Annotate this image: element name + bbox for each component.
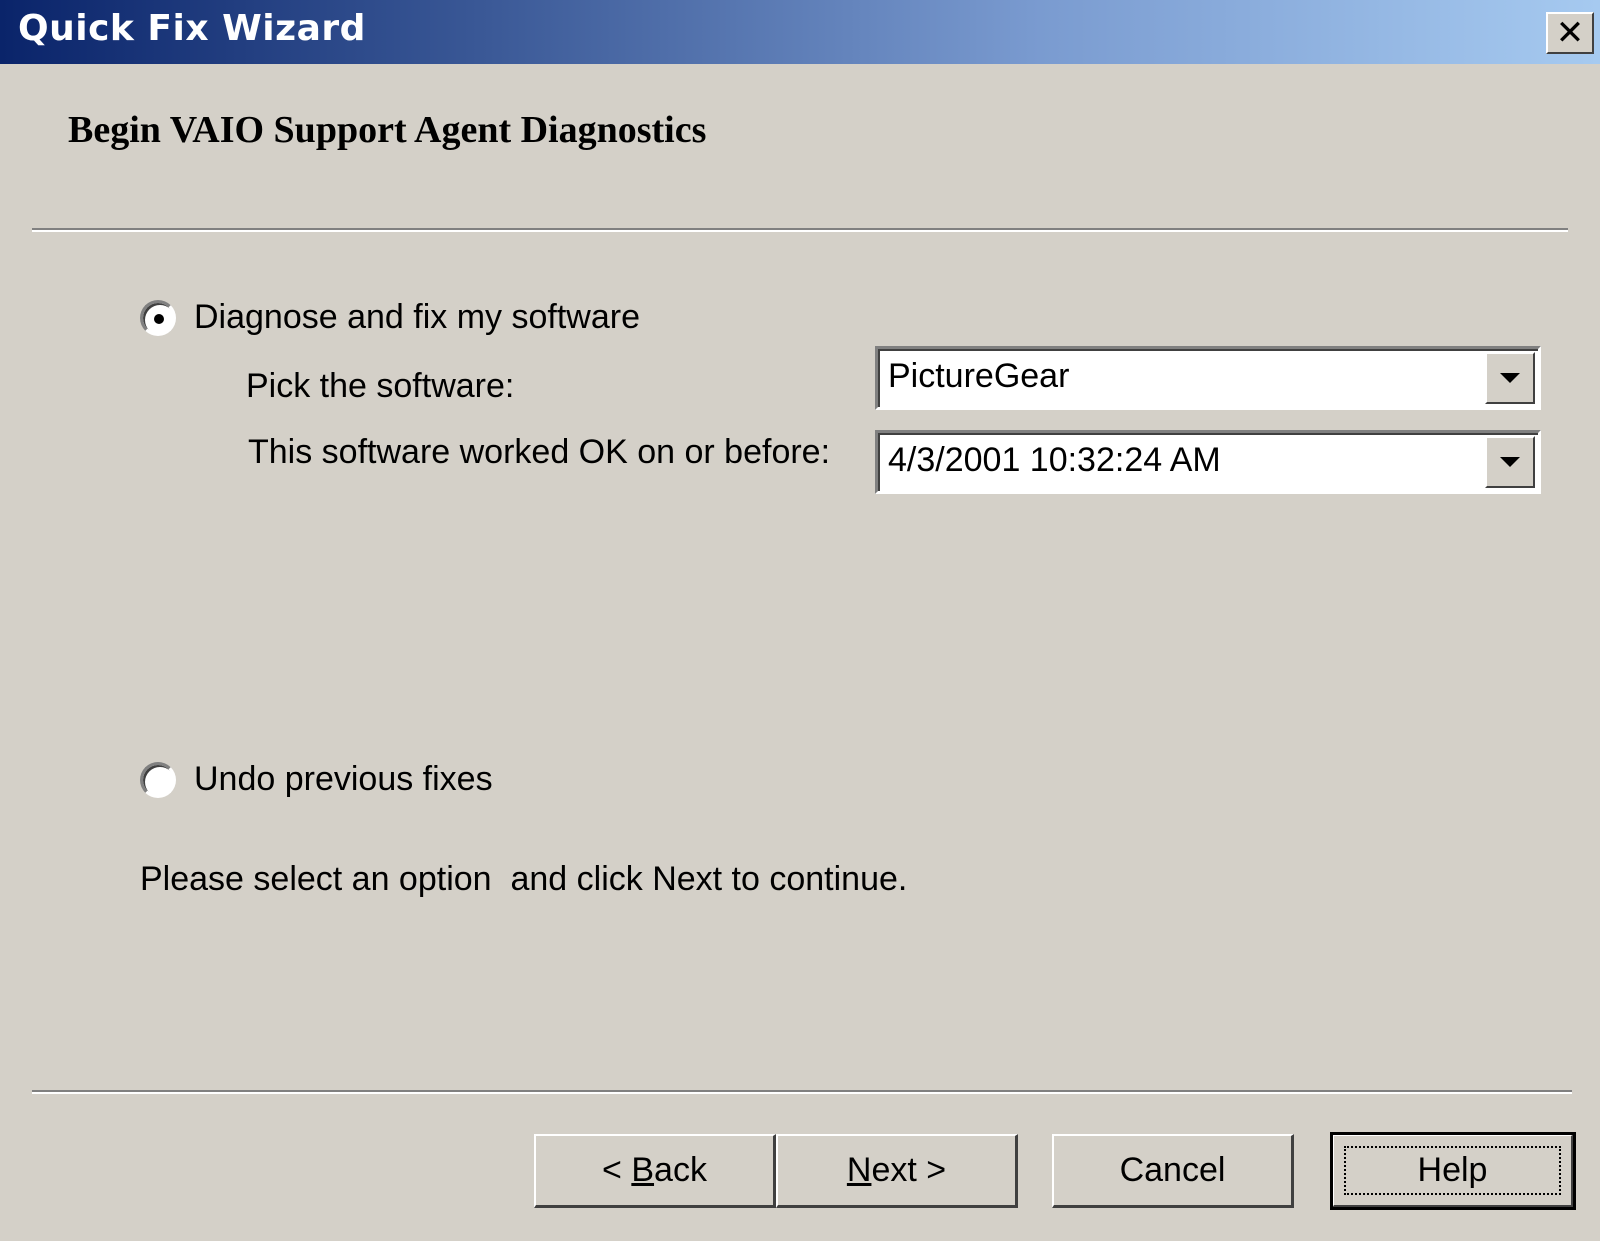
date-dropdown-arrow-icon[interactable] xyxy=(1485,436,1535,488)
diagnose-radio[interactable] xyxy=(140,300,176,336)
diagnose-option-label[interactable]: Diagnose and fix my software xyxy=(194,298,640,337)
back-button[interactable]: < Back xyxy=(534,1134,776,1208)
close-button[interactable]: ✕ xyxy=(1546,12,1594,54)
back-button-label: ack xyxy=(654,1151,707,1189)
date-dropdown-value: 4/3/2001 10:32:24 AM xyxy=(888,441,1221,479)
title-bar: Quick Fix Wizard ✕ xyxy=(0,0,1600,64)
date-dropdown[interactable]: 4/3/2001 10:32:24 AM xyxy=(875,430,1541,494)
next-button-label: ext > xyxy=(871,1151,947,1189)
undo-radio[interactable] xyxy=(140,762,176,798)
cancel-button-label: Cancel xyxy=(1119,1151,1226,1189)
focus-rectangle xyxy=(1344,1146,1561,1195)
back-button-mnemonic: B xyxy=(631,1151,655,1189)
pick-software-label: Pick the software: xyxy=(246,367,515,405)
top-divider xyxy=(32,228,1568,232)
help-button[interactable]: Help xyxy=(1330,1132,1576,1210)
worked-before-label: This software worked OK on or before: xyxy=(248,433,831,471)
software-dropdown-arrow-icon[interactable] xyxy=(1485,352,1535,404)
window-title: Quick Fix Wizard xyxy=(18,8,366,49)
instruction-text: Please select an option and click Next t… xyxy=(140,860,908,898)
close-icon: ✕ xyxy=(1555,13,1585,53)
software-dropdown-value: PictureGear xyxy=(888,357,1070,395)
next-button-mnemonic: N xyxy=(846,1151,872,1189)
page-heading: Begin VAIO Support Agent Diagnostics xyxy=(68,109,707,151)
software-dropdown[interactable]: PictureGear xyxy=(875,346,1541,410)
undo-option-label[interactable]: Undo previous fixes xyxy=(194,760,493,799)
cancel-button[interactable]: Cancel xyxy=(1052,1134,1294,1208)
back-button-prefix: < xyxy=(602,1151,632,1189)
next-button[interactable]: Next > xyxy=(776,1134,1018,1208)
radio-selected-dot xyxy=(154,314,164,324)
bottom-divider xyxy=(32,1090,1572,1094)
